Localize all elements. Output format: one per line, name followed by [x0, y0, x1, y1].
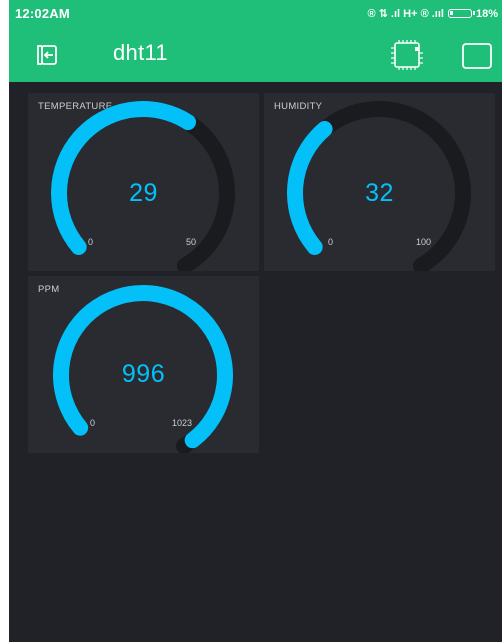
gauge-widget-humidity[interactable]: HUMIDITY 32 0 100: [264, 93, 495, 271]
app-screen: 12:02AM ® ⇅ .ıl H+ ® .ııl 18% dht11 TEMP…: [9, 0, 502, 642]
gauge-value: 32: [365, 179, 394, 207]
gauge-max: 50: [186, 237, 197, 247]
signal-indicators: ® ⇅ .ıl H+ ® .ııl: [367, 8, 444, 20]
gauge-value: 29: [129, 179, 158, 207]
square-icon: [462, 43, 492, 69]
gauge-min: 0: [88, 237, 94, 247]
gauge-min: 0: [90, 418, 96, 428]
gauge-fill: [51, 101, 197, 255]
battery-percent: 18%: [475, 7, 498, 20]
gauge-value: 996: [121, 360, 166, 388]
page-title: dht11: [113, 40, 168, 65]
gauge-max: 1023: [172, 418, 193, 428]
app-bar: dht11: [9, 28, 502, 82]
status-indicators: ® ⇅ .ıl H+ ® .ııl 18%: [367, 7, 499, 21]
square-button[interactable]: [461, 42, 495, 70]
gauge-max: 100: [416, 237, 432, 247]
status-time: 12:02AM: [15, 6, 70, 21]
device-chip-icon: [391, 40, 423, 70]
gauge-widget-temperature[interactable]: TEMPERATURE 29 0 50: [28, 93, 259, 271]
exit-button[interactable]: [33, 42, 61, 68]
exit-icon: [37, 45, 57, 65]
status-bar: 12:02AM ® ⇅ .ıl H+ ® .ııl 18%: [9, 0, 502, 28]
device-button[interactable]: [387, 38, 427, 72]
battery-icon: [447, 9, 475, 18]
gauge-min: 0: [328, 237, 334, 247]
gauge-widget-ppm[interactable]: PPM 996 0 1023: [28, 276, 259, 453]
